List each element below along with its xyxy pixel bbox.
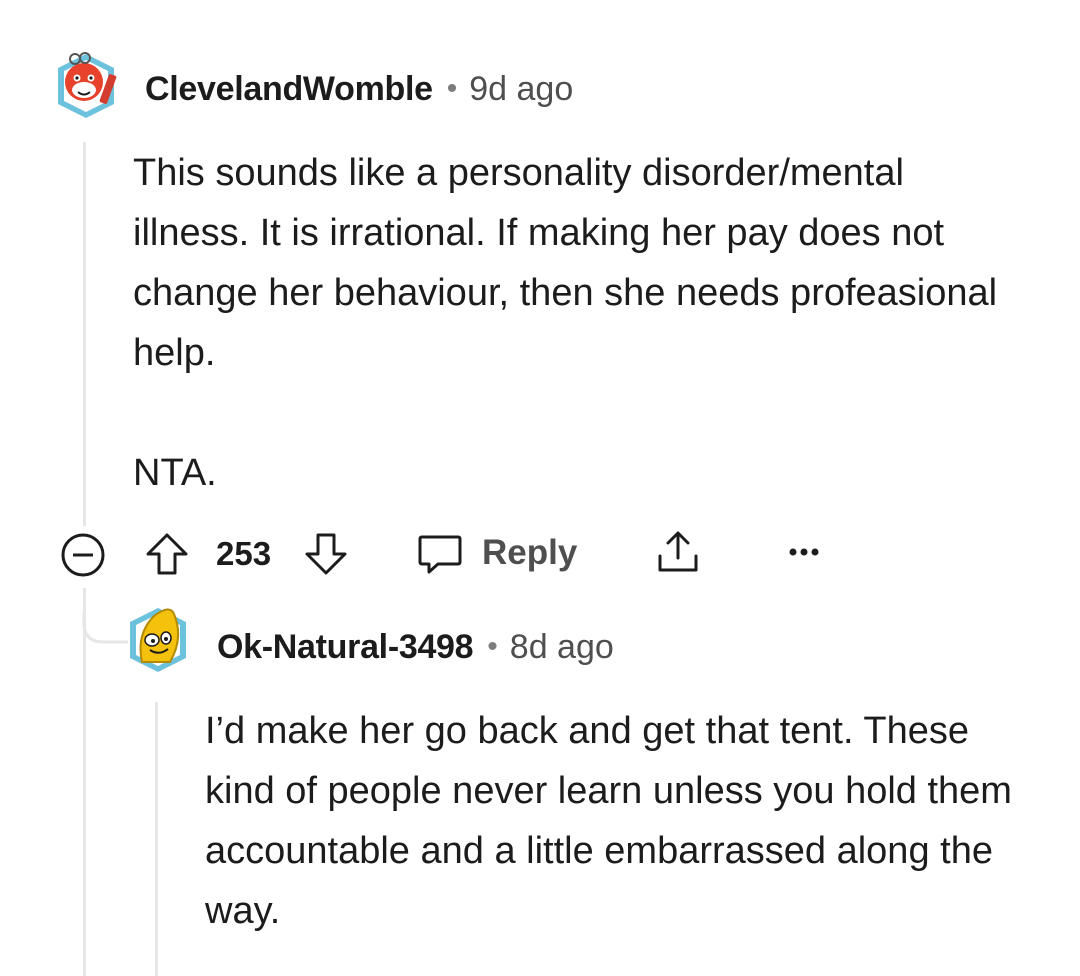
user-avatar-icon [130, 608, 186, 672]
comment-paragraph: I’d make her go back and get that tent. … [205, 710, 1012, 932]
comment-paragraph: This sounds like a personality disorder/… [133, 152, 998, 374]
comment-action-bar: 253 Reply [0, 520, 1080, 584]
speech-bubble-icon [418, 535, 462, 574]
thread-line-parent [83, 142, 86, 526]
collapse-button[interactable] [60, 532, 106, 578]
username[interactable]: ClevelandWomble [145, 70, 433, 109]
vote-count-label: 253 [216, 535, 272, 572]
timestamp: 9d ago [469, 69, 574, 108]
more-options-button[interactable] [786, 534, 822, 570]
more-dots-icon [789, 548, 819, 556]
comment-header: ClevelandWomble • 9d ago [145, 64, 573, 114]
username[interactable]: Ok-Natural-3498 [217, 628, 474, 667]
avatar[interactable] [50, 50, 122, 122]
avatar[interactable] [124, 604, 192, 676]
comment-body: This sounds like a personality disorder/… [133, 143, 1023, 503]
minus-circle-icon [61, 533, 105, 577]
vote-count: 253 [216, 530, 271, 578]
thread-line-reply [155, 702, 158, 976]
upvote-button[interactable] [143, 530, 191, 578]
timestamp: 8d ago [509, 627, 614, 666]
reply-button[interactable]: Reply [416, 528, 577, 578]
comment-body: I’d make her go back and get that tent. … [205, 701, 1035, 941]
user-avatar-icon [58, 52, 117, 118]
upvote-arrow-icon [146, 533, 188, 575]
downvote-button[interactable] [302, 530, 350, 578]
share-button[interactable] [654, 528, 702, 576]
comment-header: Ok-Natural-3498 • 8d ago [217, 622, 614, 672]
reply-label: Reply [482, 533, 578, 572]
separator-dot: • [487, 630, 498, 663]
separator-dot: • [446, 72, 458, 105]
downvote-arrow-icon [305, 533, 347, 575]
comment-paragraph: NTA. [133, 452, 217, 494]
share-icon [658, 531, 698, 572]
